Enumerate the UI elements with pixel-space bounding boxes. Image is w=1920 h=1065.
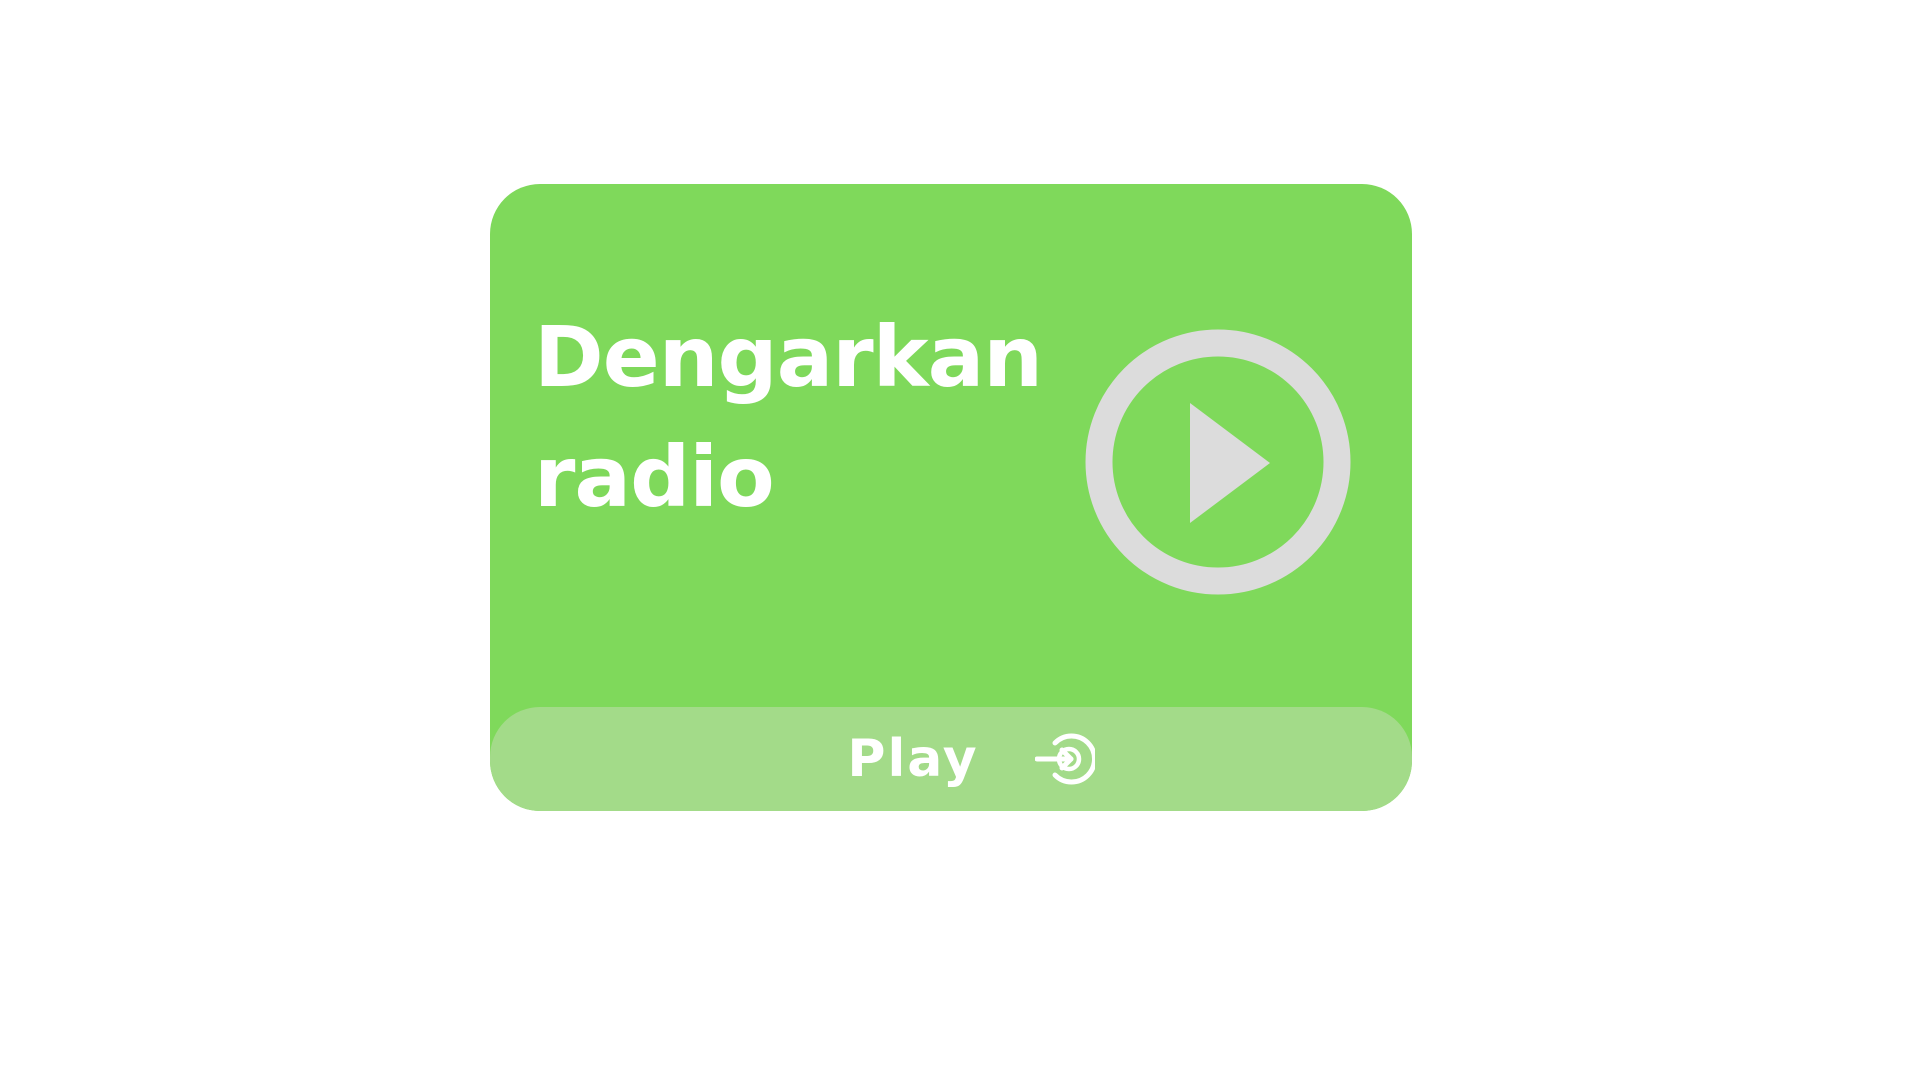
enter-circle-icon — [1034, 729, 1095, 789]
play-circle-icon[interactable] — [1085, 329, 1351, 595]
card-title-line-1: Dengarkan — [534, 308, 1043, 406]
radio-card: Dengarkan radio Play — [490, 184, 1412, 811]
play-button-label: Play — [847, 729, 979, 789]
card-title-line-2: radio — [534, 428, 775, 526]
play-button[interactable]: Play — [490, 707, 1412, 811]
card-title: Dengarkan radio — [534, 297, 1054, 537]
